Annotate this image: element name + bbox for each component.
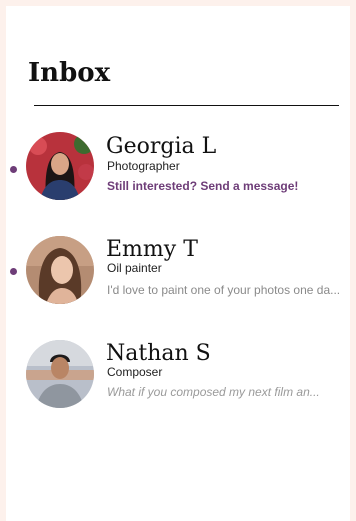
title-divider bbox=[34, 105, 339, 106]
unread-indicator bbox=[10, 166, 17, 173]
page-title: Inbox bbox=[28, 58, 111, 88]
contact-role: Photographer bbox=[107, 159, 180, 173]
avatar bbox=[26, 132, 94, 200]
avatar bbox=[26, 236, 94, 304]
message-preview: What if you composed my next film an... bbox=[107, 385, 320, 399]
conversation-item-emmy[interactable]: Emmy T Oil painter I'd love to paint one… bbox=[6, 231, 356, 311]
contact-name: Emmy T bbox=[106, 237, 198, 262]
contact-role: Oil painter bbox=[107, 261, 162, 275]
unread-indicator bbox=[10, 268, 17, 275]
contact-role: Composer bbox=[107, 365, 163, 379]
contact-name: Georgia L bbox=[106, 134, 217, 159]
conversation-item-nathan[interactable]: Nathan S Composer What if you composed m… bbox=[6, 335, 356, 415]
conversation-item-georgia[interactable]: Georgia L Photographer Still interested?… bbox=[6, 126, 356, 206]
contact-name: Nathan S bbox=[106, 341, 211, 366]
message-preview: I'd love to paint one of your photos one… bbox=[107, 283, 341, 297]
message-preview: Still interested? Send a message! bbox=[107, 179, 299, 193]
avatar bbox=[26, 340, 94, 408]
inbox-screen: Inbox Georgia L Photographer Still inter… bbox=[0, 0, 356, 521]
